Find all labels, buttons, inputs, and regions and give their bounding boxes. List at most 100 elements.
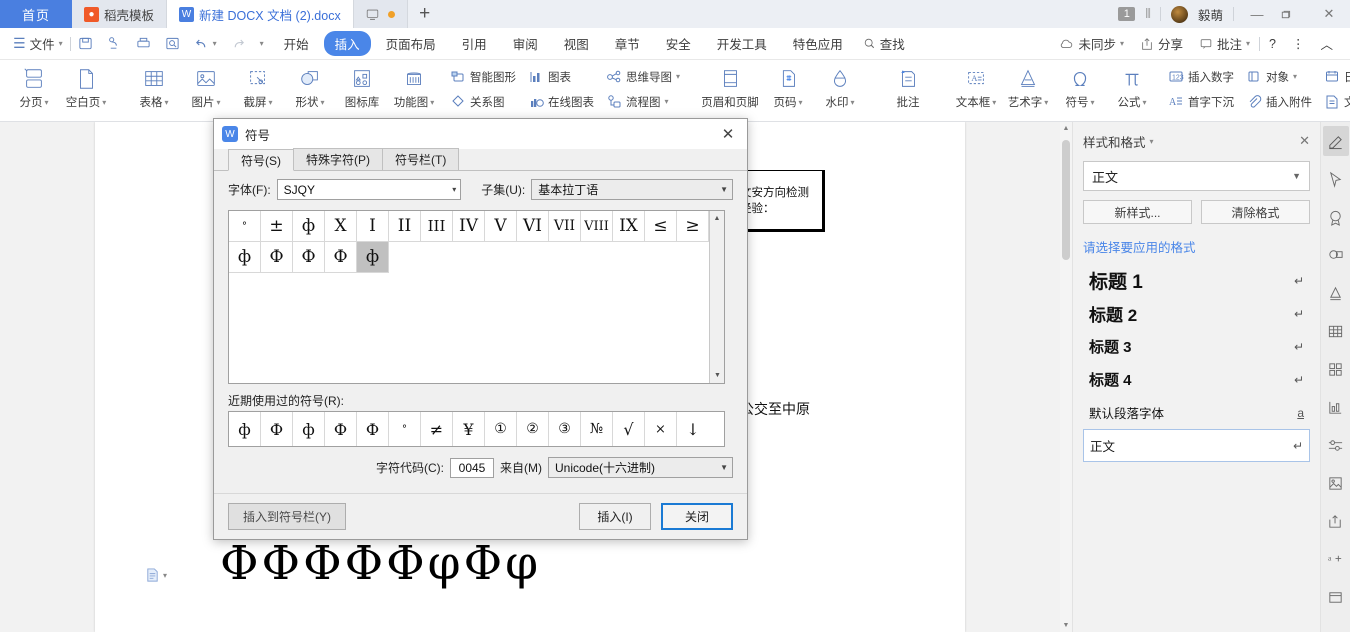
restore-button[interactable] — [1280, 9, 1306, 20]
ribbon-button-insertnumber[interactable]: 123 插入数字 — [1164, 64, 1238, 89]
scroll-up-icon[interactable]: ▲ — [1060, 122, 1072, 135]
ribbon-tab-pagelayout[interactable]: 页面布局 — [375, 31, 447, 56]
recent-symbol-cell[interactable]: Ф — [357, 412, 389, 446]
symbol-cell[interactable]: X — [325, 211, 357, 242]
undo-icon[interactable]: ▾ — [187, 32, 224, 56]
save-icon[interactable] — [71, 32, 100, 56]
insert-button[interactable]: 插入(I) — [579, 503, 651, 530]
scroll-up-icon[interactable]: ▲ — [710, 211, 724, 226]
user-name[interactable]: 毅萌 — [1198, 5, 1223, 24]
ribbon-button-symbol[interactable]: 符号 ▾ — [1054, 60, 1106, 118]
symbol-cell[interactable]: VII — [549, 211, 581, 242]
recent-symbol-cell[interactable]: ф — [229, 412, 261, 446]
recent-symbol-cell[interactable]: ¥ — [453, 412, 485, 446]
scroll-down-icon[interactable]: ▼ — [710, 368, 724, 383]
panel-icon[interactable] — [1323, 582, 1349, 612]
ribbon-tab-view[interactable]: 视图 — [553, 31, 600, 56]
clear-format-button[interactable]: 清除格式 — [1201, 200, 1310, 224]
tab-special-characters[interactable]: 特殊字符(P) — [293, 148, 383, 170]
tab-list-icon[interactable]: ⦀ — [1145, 6, 1151, 22]
ribbon-tab-devtools[interactable]: 开发工具 — [706, 31, 778, 56]
ribbon-button-smartart[interactable]: 智能图形 — [446, 64, 520, 89]
ribbon-button-pagebreak[interactable]: 分页 ▾ — [8, 60, 60, 118]
paste-options-icon[interactable]: ▾ — [145, 567, 167, 583]
symbol-cell[interactable]: IX — [613, 211, 645, 242]
ribbon-button-wordart[interactable]: 艺术字 ▾ — [1002, 60, 1054, 118]
help-button[interactable]: ? — [1262, 32, 1283, 56]
ribbon-button-headerfooter[interactable]: 页眉和页脚 — [698, 60, 762, 118]
tab-count-badge[interactable]: 1 — [1118, 7, 1136, 21]
style-item-heading3[interactable]: 标题 3 ↵ — [1083, 330, 1310, 363]
recent-symbol-cell[interactable]: ③ — [549, 412, 581, 446]
from-select[interactable]: Unicode(十六进制) ▼ — [548, 457, 733, 478]
ribbon-button-picture[interactable]: 图片 ▾ — [180, 60, 232, 118]
document-vertical-scrollbar[interactable]: ▲ ▼ — [1060, 122, 1072, 632]
ribbon-tab-featureapps[interactable]: 特色应用 — [782, 31, 854, 56]
recent-symbol-cell[interactable]: ① — [485, 412, 517, 446]
symbol-dialog[interactable]: W 符号 ✕ 符号(S) 特殊字符(P) 符号栏(T) 字体(F): SJQY … — [213, 118, 748, 540]
symbol-cell[interactable]: VIII — [581, 211, 613, 242]
recent-symbol-cell[interactable]: ↓ — [677, 412, 709, 446]
ribbon-button-attachment[interactable]: 插入附件 — [1242, 89, 1316, 114]
ribbon-button-flowchart[interactable]: 流程图 ▾ — [602, 89, 684, 114]
ribbon-button-functionchart[interactable]: 功能图 ▾ — [388, 60, 440, 118]
symbol-cell[interactable]: ≥ — [677, 211, 709, 242]
recent-symbol-cell[interactable]: № — [581, 412, 613, 446]
app-grid-icon[interactable] — [1323, 354, 1349, 384]
symbol-cell[interactable]: Ф — [325, 242, 357, 273]
symbol-cell[interactable]: Ф — [261, 242, 293, 273]
home-tab[interactable]: 首页 — [0, 0, 72, 28]
ribbon-button-blankpage[interactable]: 空白页 ▾ — [60, 60, 112, 118]
symbol-cell[interactable]: ± — [261, 211, 293, 242]
style-item-heading1[interactable]: 标题 1 ↵ — [1083, 264, 1310, 297]
ribbon-button-dropcap[interactable]: A 首字下沉 — [1164, 89, 1238, 114]
chevron-down-icon[interactable]: ▾ — [1150, 137, 1154, 146]
recent-symbol-cell[interactable]: ф — [293, 412, 325, 446]
more-options-button[interactable]: ⋮ — [1285, 32, 1312, 56]
ribbon-tab-security[interactable]: 安全 — [655, 31, 702, 56]
symbol-cell[interactable]: ф — [229, 242, 261, 273]
close-icon[interactable]: ✕ — [1299, 133, 1310, 149]
style-item-default-paragraph-font[interactable]: 默认段落字体 a — [1083, 396, 1310, 429]
symbol-cell[interactable]: II — [389, 211, 421, 242]
recent-symbol-cell[interactable]: Ф — [261, 412, 293, 446]
symbol-cell[interactable]: VI — [517, 211, 549, 242]
symbol-cell-selected[interactable]: ф — [357, 242, 389, 273]
cursor-select-icon[interactable] — [1323, 164, 1349, 194]
style-item-heading4[interactable]: 标题 4 ↵ — [1083, 363, 1310, 396]
symbol-grid-scrollbar[interactable]: ▲ ▼ — [709, 211, 724, 383]
recent-symbol-cell[interactable]: ≠ — [421, 412, 453, 446]
ribbon-tab-references[interactable]: 引用 — [451, 31, 498, 56]
recent-symbols-row[interactable]: ф Ф ф Ф Ф ° ≠ ¥ ① ② ③ № √ × ↓ — [228, 411, 725, 447]
cast-icon[interactable] — [366, 8, 379, 21]
redo-icon[interactable] — [224, 32, 253, 56]
ribbon-button-iconlibrary[interactable]: 图标库 — [336, 60, 388, 118]
ribbon-tab-start[interactable]: 开始 — [273, 31, 320, 56]
symbol-cell[interactable]: ≤ — [645, 211, 677, 242]
ribbon-button-table[interactable]: 表格 ▾ — [128, 60, 180, 118]
ribbon-button-date[interactable]: 日期 — [1320, 64, 1350, 89]
tab-dochub-template[interactable]: ● 稻壳模板 — [72, 0, 168, 28]
shape-circle-icon[interactable] — [1323, 240, 1349, 270]
close-icon[interactable]: ✕ — [717, 125, 739, 143]
search-doc-icon[interactable] — [158, 32, 187, 56]
new-style-button[interactable]: 新样式... — [1083, 200, 1192, 224]
ribbon-button-chart[interactable]: 图表 — [524, 64, 598, 89]
symbol-cell[interactable]: ф — [293, 211, 325, 242]
symbol-cell[interactable]: I — [357, 211, 389, 242]
recent-symbol-cell[interactable]: Ф — [325, 412, 357, 446]
symbol-cell[interactable]: V — [485, 211, 517, 242]
recent-symbol-cell[interactable]: ° — [389, 412, 421, 446]
recent-symbol-cell[interactable]: ② — [517, 412, 549, 446]
ribbon-button-shapes[interactable]: 形状 ▾ — [284, 60, 336, 118]
scrollbar-thumb[interactable] — [1062, 140, 1070, 260]
ribbon-button-relationchart[interactable]: 关系图 — [446, 89, 520, 114]
ribbon-tab-insert[interactable]: 插入 — [323, 31, 371, 56]
sync-status-button[interactable]: 未同步 ▾ — [1052, 32, 1131, 56]
image-frame-icon[interactable] — [1323, 468, 1349, 498]
ribbon-tab-section[interactable]: 章节 — [604, 31, 651, 56]
symbol-cell[interactable]: III — [421, 211, 453, 242]
badge-icon[interactable] — [1323, 202, 1349, 232]
ribbon-button-watermark[interactable]: 水印 ▾ — [814, 60, 866, 118]
ribbon-button-object[interactable]: 对象 ▾ — [1242, 64, 1316, 89]
